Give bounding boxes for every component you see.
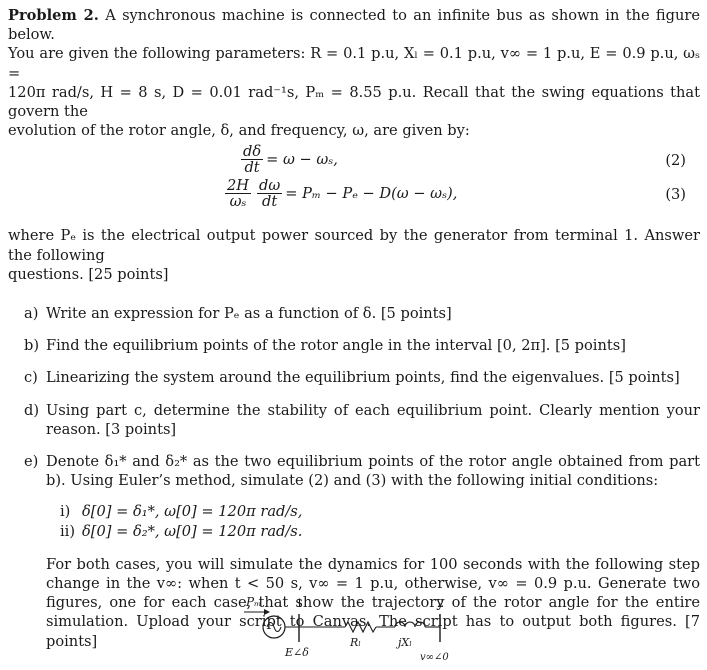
- after-equation-text: where Pₑ is the electrical output power …: [8, 226, 700, 284]
- eq3-fraction: dω dt: [257, 177, 283, 211]
- eq3-rhs: = Pₘ − Pₑ − D(ω − ωₛ),: [285, 185, 458, 203]
- equation-3: 2H ωₛ dω dt = Pₘ − Pₑ − D(ω − ωₛ),: [222, 178, 457, 209]
- pm-label: Pₘ: [245, 595, 261, 609]
- question-label: c): [24, 369, 38, 387]
- initial-condition-ii: ii) δ[0] = δ₂*, ω[0] = 120π rad/s.: [60, 522, 700, 541]
- intro-line-1: A synchronous machine is connected to an…: [8, 7, 700, 44]
- circuit-diagram: Pₘ 1 E∠δ Rₗ jXₗ 2 v∞∠0: [244, 595, 449, 663]
- eq2-numerator: dδ: [241, 143, 264, 161]
- resistor-icon: [344, 620, 377, 634]
- problem-intro: Problem 2. A synchronous machine is conn…: [8, 6, 700, 140]
- eq2-rhs: = ω − ωₛ,: [266, 151, 338, 169]
- bus-1-label: 1: [296, 597, 303, 610]
- eq3-numerator: dω: [257, 177, 283, 195]
- source-voltage-label: E∠δ: [284, 646, 309, 659]
- eq3-coef-numerator: 2H: [225, 177, 252, 195]
- ac-source-icon: [262, 615, 286, 639]
- inductor-icon: [394, 621, 426, 628]
- subitem-label: i): [60, 503, 71, 521]
- intro-line-3: 120π rad/s, H = 8 s, D = 0.01 rad⁻¹s, Pₘ…: [8, 83, 700, 121]
- after-eq-line-2: questions. [25 points]: [8, 265, 169, 283]
- question-label: e): [24, 453, 39, 471]
- eq3-denominator: dt: [262, 193, 278, 211]
- subitem-text: δ[0] = δ₁*, ω[0] = 120π rad/s,: [82, 503, 303, 521]
- intro-line-4: evolution of the rotor angle, δ, and fre…: [8, 122, 470, 140]
- problem-heading: Problem 2.: [8, 7, 99, 24]
- problem-document: Problem 2. A synchronous machine is conn…: [8, 6, 700, 664]
- equation-number-2: (2): [665, 152, 686, 170]
- question-label: d): [24, 401, 40, 419]
- question-text: Write an expression for Pₑ as a function…: [46, 305, 452, 323]
- question-d: d) Using part c, determine the stability…: [8, 401, 700, 439]
- initial-condition-i: i) δ[0] = δ₁*, ω[0] = 120π rad/s,: [60, 502, 700, 521]
- eq2-fraction: dδ dt: [241, 143, 264, 177]
- question-c: c) Linearizing the system around the equ…: [8, 368, 700, 387]
- question-label: a): [24, 305, 39, 323]
- intro-line-2: You are given the following parameters: …: [8, 45, 700, 82]
- question-text: Find the equilibrium points of the rotor…: [46, 337, 626, 355]
- subitem-text: δ[0] = δ₂*, ω[0] = 120π rad/s.: [82, 522, 303, 540]
- subitem-label: ii): [60, 522, 76, 540]
- eq3-coefficient: 2H ωₛ: [225, 177, 252, 211]
- after-eq-line-1: where Pₑ is the electrical output power …: [8, 227, 700, 264]
- equation-2: dδ dt = ω − ωₛ,: [238, 144, 338, 175]
- resistor-label: Rₗ: [349, 636, 361, 649]
- inductor-label: jXₗ: [395, 636, 412, 649]
- pm-arrow-icon: [244, 609, 270, 615]
- bus-2-voltage-label: v∞∠0: [420, 652, 449, 663]
- eq3-coef-denominator: ωₛ: [229, 193, 247, 211]
- swing-equations: dδ dt = ω − ωₛ, (2) 2H ωₛ dω dt = Pₘ − P…: [8, 144, 700, 214]
- equation-number-3: (3): [665, 186, 686, 204]
- question-a: a) Write an expression for Pₑ as a funct…: [8, 304, 700, 323]
- question-text: Linearizing the system around the equili…: [46, 369, 680, 387]
- question-label: b): [24, 337, 40, 355]
- question-text: Using part c, determine the stability of…: [46, 401, 700, 438]
- bus-2-label: 2: [437, 597, 444, 610]
- eq2-denominator: dt: [244, 159, 260, 177]
- initial-conditions-list: i) δ[0] = δ₁*, ω[0] = 120π rad/s, ii) δ[…: [46, 502, 700, 540]
- question-text: Denote δ₁* and δ₂* as the two equilibriu…: [46, 453, 700, 490]
- question-b: b) Find the equilibrium points of the ro…: [8, 336, 700, 355]
